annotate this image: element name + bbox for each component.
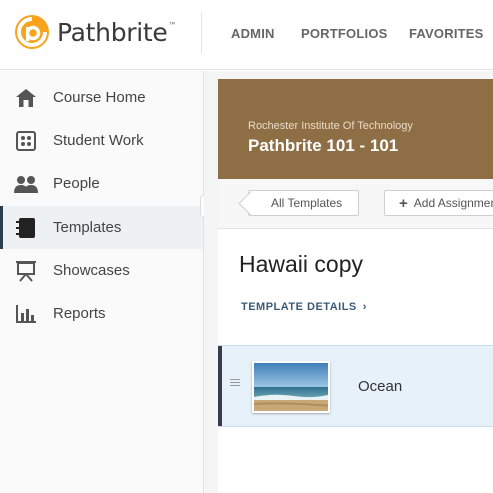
template-details-link[interactable]: TEMPLATE DETAILS › bbox=[241, 301, 367, 313]
template-title: Hawaii copy bbox=[239, 251, 363, 277]
add-assignment-button[interactable]: + Add Assignment bbox=[384, 190, 493, 216]
course-title: Pathbrite 101 - 101 bbox=[248, 136, 399, 155]
all-templates-label: All Templates bbox=[271, 196, 343, 210]
pathbrite-logo[interactable]: Pathbrite™ bbox=[13, 13, 176, 51]
main-content: Rochester Institute Of Technology Pathbr… bbox=[204, 71, 493, 493]
showcase-icon bbox=[14, 259, 38, 283]
nav-favorites[interactable]: FAVORITES bbox=[409, 26, 484, 41]
top-header: Pathbrite™ ADMIN PORTFOLIOS FAVORITES bbox=[0, 0, 493, 70]
sidebar-item-course-home[interactable]: Course Home bbox=[0, 76, 203, 119]
template-item-row[interactable]: Ocean bbox=[218, 345, 493, 427]
all-templates-button[interactable]: All Templates bbox=[248, 190, 360, 216]
sidebar-item-label: Templates bbox=[53, 219, 122, 236]
chevron-right-icon: › bbox=[362, 301, 367, 313]
template-toolbar: All Templates + Add Assignment bbox=[218, 179, 493, 229]
student-work-icon bbox=[14, 129, 38, 153]
home-icon bbox=[14, 86, 38, 110]
templates-icon bbox=[14, 216, 38, 240]
people-icon bbox=[14, 172, 38, 196]
sidebar-item-showcases[interactable]: Showcases bbox=[0, 249, 203, 292]
sidebar-item-student-work[interactable]: Student Work bbox=[0, 119, 203, 162]
ocean-thumbnail bbox=[252, 361, 330, 413]
sidebar-item-label: Course Home bbox=[53, 89, 146, 106]
template-panel: Hawaii copy TEMPLATE DETAILS › Ocean bbox=[218, 229, 493, 493]
template-details-label: TEMPLATE DETAILS bbox=[241, 301, 357, 313]
sidebar-item-label: Reports bbox=[53, 305, 106, 322]
institution-name: Rochester Institute Of Technology bbox=[248, 120, 413, 132]
sidebar: Course Home Student Work People Template… bbox=[0, 71, 204, 493]
sidebar-item-templates[interactable]: Templates bbox=[0, 206, 203, 249]
nav-portfolios[interactable]: PORTFOLIOS bbox=[301, 26, 388, 41]
active-indicator bbox=[0, 206, 3, 249]
sidebar-item-label: Showcases bbox=[53, 262, 130, 279]
sidebar-item-people[interactable]: People bbox=[0, 162, 203, 205]
course-banner: Rochester Institute Of Technology Pathbr… bbox=[218, 79, 493, 179]
pathbrite-logo-icon bbox=[15, 15, 49, 49]
sidebar-item-label: People bbox=[53, 175, 100, 192]
header-divider bbox=[201, 12, 202, 54]
logo-wordmark: Pathbrite™ bbox=[57, 17, 177, 47]
reports-icon bbox=[14, 302, 38, 326]
add-assignment-label: Add Assignment bbox=[413, 196, 493, 210]
sidebar-item-reports[interactable]: Reports bbox=[0, 292, 203, 335]
drag-handle-icon[interactable] bbox=[230, 379, 240, 386]
row-selected-indicator bbox=[218, 346, 222, 426]
nav-admin[interactable]: ADMIN bbox=[231, 26, 275, 41]
template-item-label: Ocean bbox=[358, 378, 403, 395]
sidebar-item-label: Student Work bbox=[53, 132, 144, 149]
plus-icon: + bbox=[399, 194, 408, 212]
